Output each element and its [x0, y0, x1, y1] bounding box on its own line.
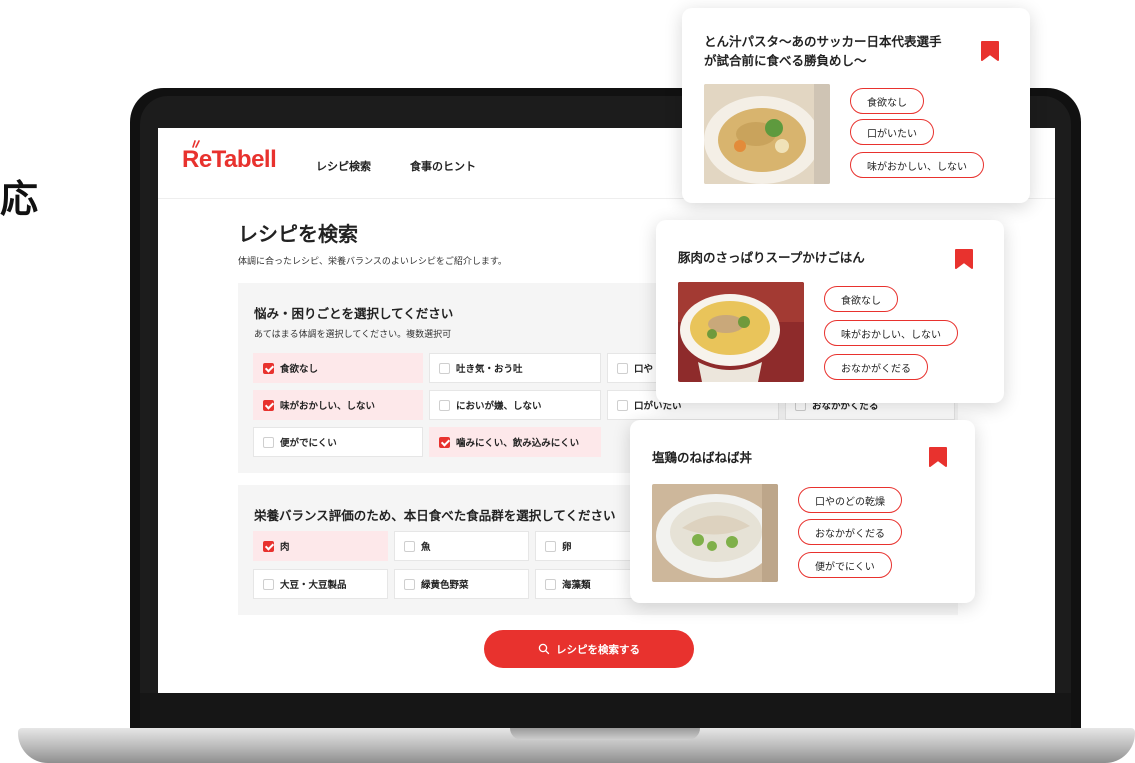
checkbox-icon[interactable] [617, 362, 628, 374]
search-recipe-button[interactable]: レシピを検索する [484, 630, 694, 668]
checkbox-icon[interactable] [439, 362, 450, 374]
recipe-card-title-line: が試合前に食べる勝負めし〜 [704, 53, 867, 68]
laptop-screen: ReTabell レシピ検索 食事のヒント レシピを検索 体調に合ったレシピ、栄… [158, 128, 1055, 693]
option-label: 海藻類 [562, 580, 591, 591]
recipe-card[interactable]: 塩鶏のねばねば丼 口やのどの乾燥 おなかがくだる 便がでにくい [630, 420, 975, 603]
checkbox-icon[interactable] [263, 362, 274, 374]
recipe-card-title-line: とん汁パスタ〜あのサッカー日本代表選手 [704, 34, 942, 49]
option-label: 肉 [280, 542, 290, 553]
symptom-section-subtitle: あてはまる体調を選択してください。複数選択可 [254, 330, 452, 340]
option-label: 吐き気・おう吐 [456, 364, 523, 375]
recipe-tag[interactable]: おなかがくだる [824, 354, 928, 380]
recipe-photo[interactable] [652, 484, 778, 582]
option-nausea[interactable]: 吐き気・おう吐 [429, 353, 601, 383]
option-taste-change[interactable]: 味がおかしい、しない [253, 390, 423, 420]
laptop-notch [510, 728, 700, 740]
option-label: 魚 [421, 542, 431, 553]
option-label: 卵 [562, 542, 572, 553]
food-group-section-title: 栄養バランス評価のため、本日食べた食品群を選択してください [254, 508, 616, 523]
option-fish[interactable]: 魚 [394, 531, 529, 561]
bookmark-icon[interactable] [928, 446, 948, 468]
checkbox-icon[interactable] [263, 540, 274, 552]
recipe-tag[interactable]: 口がいたい [850, 119, 934, 145]
option-label: 食欲なし [280, 364, 319, 375]
checkbox-icon[interactable] [263, 399, 274, 411]
option-constipation[interactable]: 便がでにくい [253, 427, 423, 457]
recipe-tag[interactable]: 食欲なし [824, 286, 898, 312]
option-label: においが嫌、しない [456, 401, 542, 412]
recipe-photo[interactable] [678, 282, 804, 382]
option-meat[interactable]: 肉 [253, 531, 388, 561]
option-appetite-loss[interactable]: 食欲なし [253, 353, 423, 383]
page-title: レシピを検索 [238, 222, 358, 246]
option-label: 緑黄色野菜 [421, 580, 469, 591]
option-label: 口や [634, 364, 654, 375]
recipe-photo-image [704, 84, 830, 184]
option-swallowing[interactable]: 噛みにくい、飲み込みにくい [429, 427, 601, 457]
recipe-tag[interactable]: おなかがくだる [798, 519, 902, 545]
option-green-yellow-vegetables[interactable]: 緑黄色野菜 [394, 569, 529, 599]
checkbox-icon[interactable] [404, 540, 415, 552]
recipe-card-title[interactable]: 豚肉のさっぱりスープかけごはん [678, 248, 865, 267]
option-label: 味がおかしい、しない [280, 401, 376, 412]
symptom-section-title: 悩み・困りごとを選択してください [254, 306, 454, 321]
recipe-photo[interactable] [704, 84, 830, 184]
app-logo[interactable]: ReTabell [182, 146, 277, 174]
recipe-photo-image [652, 484, 778, 582]
recipe-card-title-line: 豚肉のさっぱりスープかけごはん [678, 250, 865, 265]
recipe-card-title[interactable]: とん汁パスタ〜あのサッカー日本代表選手 が試合前に食べる勝負めし〜 [704, 32, 942, 70]
checkbox-icon[interactable] [439, 436, 450, 448]
recipe-tag[interactable]: 味がおかしい、しない [850, 152, 984, 178]
option-label: 噛みにくい、飲み込みにくい [456, 438, 580, 449]
checkbox-icon[interactable] [263, 578, 274, 590]
bookmark-icon[interactable] [954, 248, 974, 270]
option-label: 大豆・大豆製品 [280, 580, 347, 591]
recipe-tag[interactable]: 口やのどの乾燥 [798, 487, 902, 513]
recipe-tag[interactable]: 味がおかしい、しない [824, 320, 958, 346]
recipe-tag[interactable]: 便がでにくい [798, 552, 892, 578]
bookmark-icon[interactable] [980, 40, 1000, 62]
option-smell-aversion[interactable]: においが嫌、しない [429, 390, 601, 420]
checkbox-icon[interactable] [545, 540, 556, 552]
recipe-card-title-line: 塩鶏のねばねば丼 [652, 450, 753, 465]
checkbox-icon[interactable] [263, 436, 274, 448]
search-button-label: レシピを検索する [556, 643, 640, 656]
laptop-bezel-bottom [140, 693, 1071, 728]
checkbox-icon[interactable] [545, 578, 556, 590]
option-label: 便がでにくい [280, 438, 337, 449]
checkbox-icon[interactable] [439, 399, 450, 411]
page-subtitle: 体調に合ったレシピ、栄養バランスのよいレシピをご紹介します。 [238, 257, 507, 267]
nav-meal-hints[interactable]: 食事のヒント [410, 158, 476, 174]
checkbox-icon[interactable] [404, 578, 415, 590]
recipe-card[interactable]: とん汁パスタ〜あのサッカー日本代表選手 が試合前に食べる勝負めし〜 食欲なし 口… [682, 8, 1030, 203]
recipe-tag[interactable]: 食欲なし [850, 88, 924, 114]
recipe-card-title[interactable]: 塩鶏のねばねば丼 [652, 448, 752, 467]
recipe-photo-image [678, 282, 804, 382]
search-icon [538, 643, 550, 655]
side-heading-fragment: 応 [0, 177, 39, 221]
recipe-card[interactable]: 豚肉のさっぱりスープかけごはん 食欲なし 味がおかしい、しない おなかがくだる [656, 220, 1004, 403]
option-soy[interactable]: 大豆・大豆製品 [253, 569, 388, 599]
checkbox-icon[interactable] [617, 399, 628, 411]
nav-recipe-search[interactable]: レシピ検索 [316, 158, 371, 174]
